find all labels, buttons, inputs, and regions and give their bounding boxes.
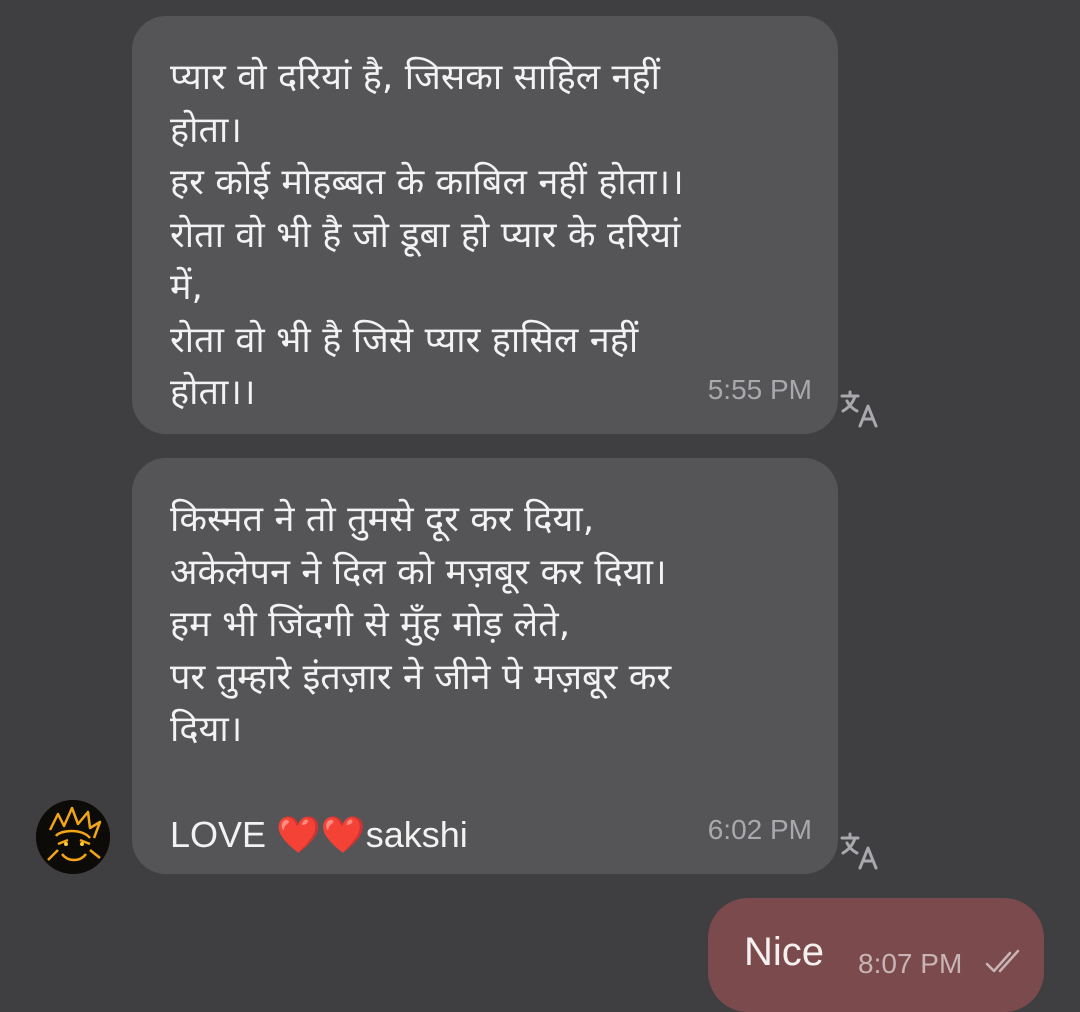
- translate-icon[interactable]: [838, 386, 886, 434]
- heart-emoji: ❤️❤️: [276, 815, 366, 856]
- double-check-icon: [985, 949, 1020, 973]
- message-timestamp: 5:55 PM: [707, 374, 812, 405]
- message-line: रोता वो भी है जो डूबा हो प्यार के दरियां: [170, 214, 681, 256]
- message-line: दिया।: [170, 709, 243, 750]
- message-line: [170, 757, 798, 810]
- incoming-message-bubble[interactable]: प्यार वो दरियां है, जिसका साहिल नहीं होत…: [132, 16, 838, 434]
- message-text: प्यार वो दरियां है, जिसका साहिल नहीं होत…: [170, 52, 798, 420]
- avatar[interactable]: [36, 800, 110, 874]
- message-text: Nice: [744, 930, 825, 974]
- message-line: किस्मत ने तो तुमसे दूर कर दिया,: [170, 499, 595, 540]
- message-text: किस्मत ने तो तुमसे दूर कर दिया, अकेलेपन …: [170, 494, 798, 863]
- incoming-message-bubble[interactable]: किस्मत ने तो तुमसे दूर कर दिया, अकेलेपन …: [132, 458, 838, 874]
- outgoing-message-bubble[interactable]: Nice 8:07 PM: [708, 898, 1044, 1012]
- translate-icon[interactable]: [838, 828, 886, 876]
- message-line: पर तुम्हारे इंतज़ार ने जीने पे मज़बूर कर: [170, 656, 672, 698]
- message-line: होता।।: [170, 372, 256, 413]
- message-signature: LOVE ❤️❤️sakshi: [170, 809, 798, 863]
- message-line: होता।: [170, 109, 242, 151]
- signature-name: sakshi: [365, 814, 468, 855]
- message-line: अकेलेपन ने दिल को मज़बूर कर दिया।: [170, 551, 667, 593]
- message-line: रोता वो भी है जिसे प्यार हासिल नहीं: [170, 319, 639, 361]
- message-line: में,: [170, 267, 203, 308]
- message-timestamp: 8:07 PM: [858, 948, 963, 979]
- message-line: प्यार वो दरियां है, जिसका साहिल नहीं: [170, 57, 660, 98]
- message-timestamp: 6:02 PM: [707, 814, 812, 845]
- message-line: हम भी जिंदगी से मुँह मोड़ लेते,: [170, 604, 571, 645]
- signature-prefix: LOVE: [170, 814, 277, 855]
- avatar-image: [36, 800, 110, 874]
- message-line: हर कोई मोहब्बत के काबिल नहीं होता।।: [170, 162, 684, 203]
